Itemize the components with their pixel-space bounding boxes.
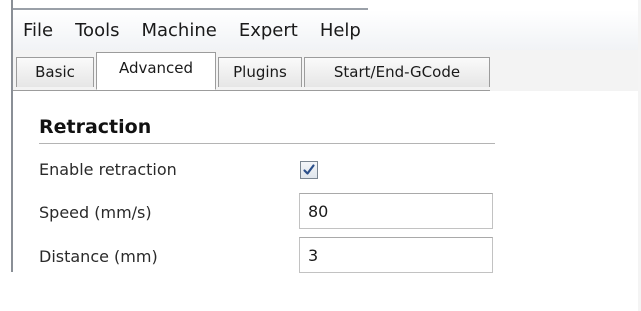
tab-basic[interactable]: Basic bbox=[16, 57, 94, 87]
menu-tools[interactable]: Tools bbox=[75, 20, 119, 41]
distance-input[interactable] bbox=[299, 237, 493, 273]
enable-retraction-checkbox[interactable] bbox=[300, 161, 318, 179]
check-icon bbox=[303, 164, 315, 175]
menu-expert[interactable]: Expert bbox=[239, 20, 298, 41]
tab-advanced[interactable]: Advanced bbox=[96, 52, 216, 90]
enable-retraction-label: Enable retraction bbox=[39, 160, 177, 179]
speed-label: Speed (mm/s) bbox=[39, 203, 152, 222]
distance-label: Distance (mm) bbox=[39, 247, 158, 266]
retraction-heading: Retraction bbox=[39, 116, 152, 138]
menu-help[interactable]: Help bbox=[320, 20, 361, 41]
advanced-panel: Retraction Enable retraction Speed (mm/s… bbox=[13, 91, 641, 311]
menu-machine[interactable]: Machine bbox=[141, 20, 216, 41]
tab-strip: Basic Advanced Plugins Start/End-GCode bbox=[13, 50, 641, 91]
menu-file[interactable]: File bbox=[23, 20, 53, 41]
section-divider bbox=[39, 143, 495, 144]
speed-input[interactable] bbox=[299, 193, 493, 229]
tab-start-end-gcode[interactable]: Start/End-GCode bbox=[304, 57, 490, 87]
tab-plugins[interactable]: Plugins bbox=[218, 57, 302, 87]
menu-bar: File Tools Machine Expert Help bbox=[13, 10, 641, 50]
